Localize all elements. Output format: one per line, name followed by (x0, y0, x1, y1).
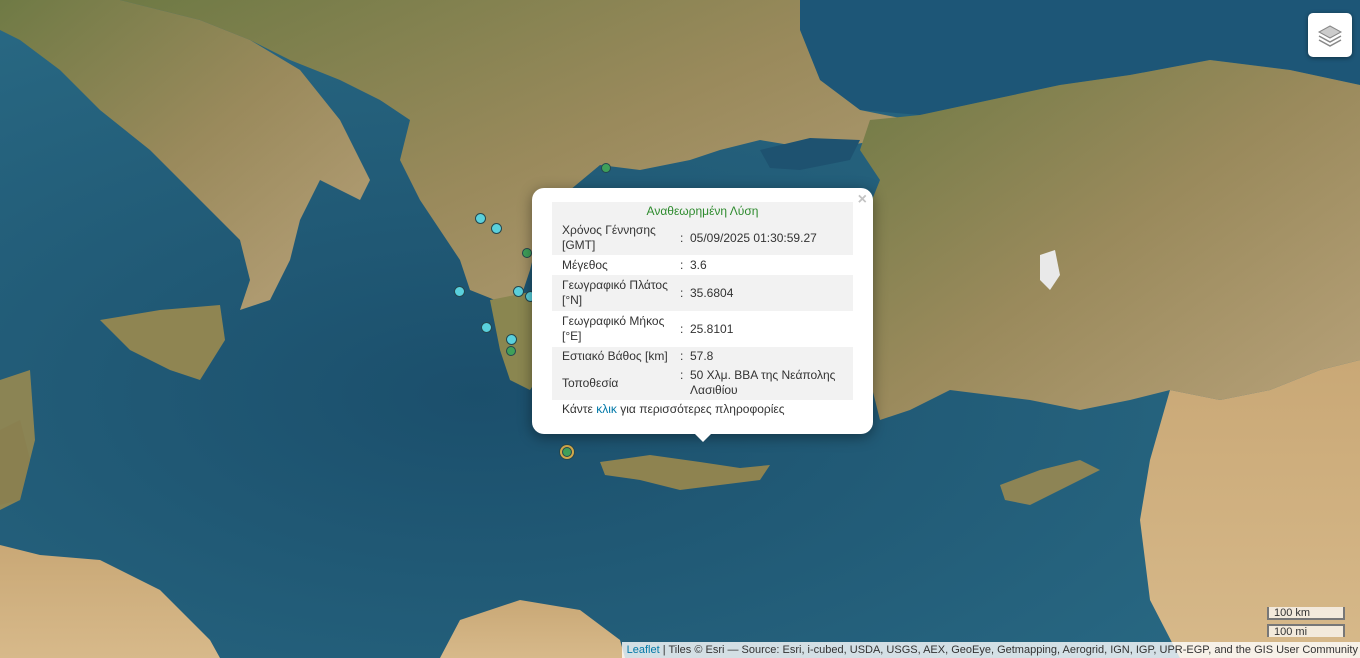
scale-bar-mi: 100 mi (1267, 624, 1345, 638)
epicenter-marker[interactable] (490, 222, 502, 234)
layers-control-button[interactable] (1308, 13, 1352, 57)
latitude-value: 35.6804 (690, 285, 734, 300)
epicenter-marker[interactable] (512, 285, 524, 297)
magnitude-label: Μέγεθος (562, 258, 608, 272)
location-row: Τοποθεσία :50 Χλμ. ΒΒΑ της Νεάπολης Λασι… (552, 366, 853, 400)
epicenter-marker[interactable] (522, 248, 532, 258)
latitude-label: Γεωγραφικό Πλάτος [°N] (562, 278, 668, 307)
location-label: Τοποθεσία (562, 375, 619, 390)
latitude-row: Γεωγραφικό Πλάτος [°N] :35.6804 (552, 275, 853, 311)
depth-row: Εστιακό Βάθος [km] :57.8 (552, 347, 853, 366)
depth-value: 57.8 (690, 349, 714, 363)
magnitude-row: Μέγεθος :3.6 (552, 256, 853, 275)
epicenter-marker[interactable] (480, 321, 492, 333)
popup-tip (693, 432, 713, 442)
map-canvas[interactable]: × Αναθεωρημένη Λύση Χρόνος Γέννησης [GMT… (0, 0, 1360, 658)
epicenter-marker[interactable] (601, 163, 611, 173)
epicenter-marker[interactable] (562, 447, 572, 457)
longitude-row: Γεωγραφικό Μήκος [°E] :25.8101 (552, 311, 853, 347)
scale-bar-km: 100 km (1267, 607, 1345, 620)
origin-time-label: Χρόνος Γέννησης [GMT] (562, 223, 656, 252)
magnitude-value: 3.6 (690, 258, 707, 272)
origin-time-value: 05/09/2025 01:30:59.27 (690, 230, 817, 245)
attribution: Leaflet | Tiles © Esri — Source: Esri, i… (621, 642, 1360, 658)
leaflet-link[interactable]: Leaflet (627, 644, 660, 656)
origin-time-row: Χρόνος Γέννησης [GMT] :05/09/2025 01:30:… (552, 221, 853, 255)
epicenter-marker[interactable] (453, 285, 465, 297)
popup-title: Αναθεωρημένη Λύση (552, 202, 853, 221)
layers-icon (1317, 25, 1343, 47)
anatolia-land (860, 60, 1360, 420)
attribution-text: | Tiles © Esri — Source: Esri, i-cubed, … (659, 644, 1358, 656)
longitude-label: Γεωγραφικό Μήκος [°E] (562, 314, 665, 343)
depth-label: Εστιακό Βάθος [km] (562, 349, 668, 363)
more-info-link[interactable]: κλικ (596, 402, 617, 416)
epicenter-marker[interactable] (505, 333, 517, 345)
more-info-text: Κάντε κλικ για περισσότερες πληροφορίες (562, 402, 785, 416)
location-value: 50 Χλμ. ΒΒΑ της Νεάπολης Λασιθίου (690, 368, 836, 397)
longitude-value: 25.8101 (690, 321, 734, 336)
popup-close-button[interactable]: × (858, 191, 867, 209)
earthquake-popup: × Αναθεωρημένη Λύση Χρόνος Γέννησης [GMT… (532, 188, 873, 434)
epicenter-marker[interactable] (506, 346, 516, 356)
epicenter-marker[interactable] (474, 212, 486, 224)
